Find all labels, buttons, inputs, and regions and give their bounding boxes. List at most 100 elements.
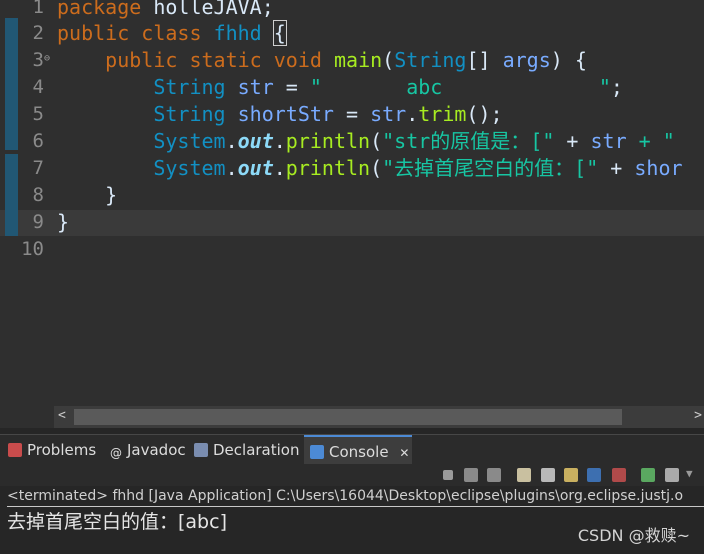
punct: ( bbox=[382, 48, 395, 72]
line-number: 2 bbox=[32, 22, 44, 44]
punct: . bbox=[225, 129, 238, 153]
method-name: main bbox=[333, 48, 383, 72]
code-line-6: System.out.println("str的原值是：[" + str + " bbox=[57, 128, 675, 154]
tab-label: Javadoc bbox=[127, 441, 186, 459]
punct: (); bbox=[466, 102, 503, 126]
line-number: 9 bbox=[32, 211, 44, 233]
pin-console-icon[interactable] bbox=[641, 468, 655, 482]
punct: ) { bbox=[550, 48, 587, 72]
brace: { bbox=[272, 20, 287, 46]
console-output: 去掉首尾空白的值：[abc] bbox=[7, 511, 227, 533]
console-toolbar: ▼ bbox=[0, 464, 704, 486]
package-name: holleJAVA; bbox=[141, 0, 274, 19]
code-line-4: String str = " abc "; bbox=[57, 74, 623, 100]
display-console-icon[interactable] bbox=[665, 468, 679, 482]
brace: } bbox=[105, 183, 118, 207]
keyword: public bbox=[105, 48, 178, 72]
tab-label: Console bbox=[329, 443, 389, 461]
type-name: System bbox=[153, 129, 226, 153]
code-line-2: public class fhhd { bbox=[57, 20, 287, 46]
type-name: System bbox=[153, 156, 226, 180]
code-line-3: public static void main(String[] args) { bbox=[57, 47, 587, 73]
line-number: 3 bbox=[32, 49, 44, 71]
tab-label: Problems bbox=[27, 441, 97, 459]
operator: + bbox=[554, 129, 591, 153]
punct: . bbox=[406, 102, 419, 126]
code-line-5: String shortStr = str.trim(); bbox=[57, 101, 503, 127]
remove-launch-icon[interactable] bbox=[464, 468, 478, 482]
code-line-7: System.out.println("去掉首尾空白的值：[" + shor bbox=[57, 155, 683, 181]
line-number: 5 bbox=[32, 103, 44, 125]
variable-name: str bbox=[237, 75, 274, 99]
keyword: static bbox=[189, 48, 262, 72]
type-name: String bbox=[153, 75, 226, 99]
line-number: 1 bbox=[32, 0, 44, 18]
line-number: 7 bbox=[32, 157, 44, 179]
punct: . bbox=[273, 156, 286, 180]
javadoc-icon: @ bbox=[110, 446, 122, 460]
keyword: public bbox=[57, 21, 130, 45]
scroll-left-icon[interactable]: < bbox=[58, 408, 66, 423]
operator: + bbox=[598, 156, 635, 180]
operator: = bbox=[273, 75, 310, 99]
method-name: trim bbox=[418, 102, 467, 126]
current-line-highlight bbox=[0, 210, 704, 236]
console-view[interactable]: <terminated> fhhd [Java Application] C:\… bbox=[0, 486, 704, 554]
word-wrap-icon[interactable] bbox=[564, 468, 578, 482]
watermark: CSDN @救赎~ bbox=[577, 526, 690, 545]
tab-problems[interactable]: Problems bbox=[8, 435, 96, 465]
scroll-lock-icon[interactable] bbox=[541, 468, 555, 482]
keyword: package bbox=[57, 0, 142, 19]
punct: ( bbox=[370, 156, 383, 180]
line-number: 8 bbox=[32, 184, 44, 206]
tab-console[interactable]: Console ✕ bbox=[304, 435, 412, 465]
terminate-icon[interactable] bbox=[443, 470, 453, 480]
clear-console-icon[interactable] bbox=[517, 468, 531, 482]
string-literal: "str的原值是：[" bbox=[382, 129, 555, 153]
punct: ( bbox=[370, 129, 383, 153]
punct: . bbox=[225, 156, 238, 180]
class-name: fhhd bbox=[213, 21, 262, 45]
scrollbar-thumb[interactable] bbox=[74, 409, 622, 425]
variable-name: str bbox=[370, 102, 407, 126]
code-line-8: } bbox=[57, 182, 117, 208]
code-line-9: } bbox=[57, 209, 69, 235]
close-icon[interactable]: ✕ bbox=[399, 446, 409, 460]
variable-name: shor bbox=[634, 156, 683, 180]
problems-icon bbox=[8, 443, 22, 457]
param-name: args bbox=[502, 48, 551, 72]
remove-all-icon[interactable] bbox=[487, 468, 501, 482]
tab-declaration[interactable]: Declaration bbox=[194, 435, 299, 465]
punct: ; bbox=[610, 75, 623, 99]
tab-javadoc[interactable]: @ Javadoc bbox=[110, 435, 186, 465]
method-name: println bbox=[285, 156, 371, 180]
collapse-icon[interactable]: ⊖ bbox=[44, 54, 50, 64]
line-number: 6 bbox=[32, 130, 44, 152]
type-name: String bbox=[394, 48, 467, 72]
brace: } bbox=[57, 210, 70, 234]
keyword: class bbox=[141, 21, 202, 45]
chevron-down-icon[interactable]: ▼ bbox=[686, 467, 693, 480]
string-literal: "去掉首尾空白的值：[" bbox=[382, 156, 599, 180]
string-literal: + " bbox=[626, 129, 675, 153]
scroll-right-icon[interactable]: > bbox=[694, 408, 702, 423]
console-icon bbox=[310, 445, 324, 459]
variable-name: shortStr bbox=[237, 102, 334, 126]
operator: = bbox=[333, 102, 371, 126]
field-name: out bbox=[237, 156, 274, 180]
punct: [] bbox=[466, 48, 503, 72]
declaration-icon bbox=[194, 443, 208, 457]
show-on-stderr-icon[interactable] bbox=[612, 468, 626, 482]
line-number: 4 bbox=[32, 76, 44, 98]
console-status: <terminated> fhhd [Java Application] C:\… bbox=[7, 486, 704, 507]
string-literal: " abc " bbox=[309, 75, 611, 99]
variable-name: str bbox=[590, 129, 627, 153]
show-on-stdout-icon[interactable] bbox=[587, 468, 601, 482]
field-name: out bbox=[237, 129, 274, 153]
code-editor[interactable]: 1 2 3 4 5 6 7 8 9 10 ⊖ package holleJAVA… bbox=[0, 0, 704, 406]
method-name: println bbox=[285, 129, 371, 153]
tab-label: Declaration bbox=[213, 441, 300, 459]
line-number: 10 bbox=[21, 238, 44, 260]
keyword: void bbox=[273, 48, 322, 72]
horizontal-scrollbar[interactable]: < > bbox=[54, 406, 704, 428]
